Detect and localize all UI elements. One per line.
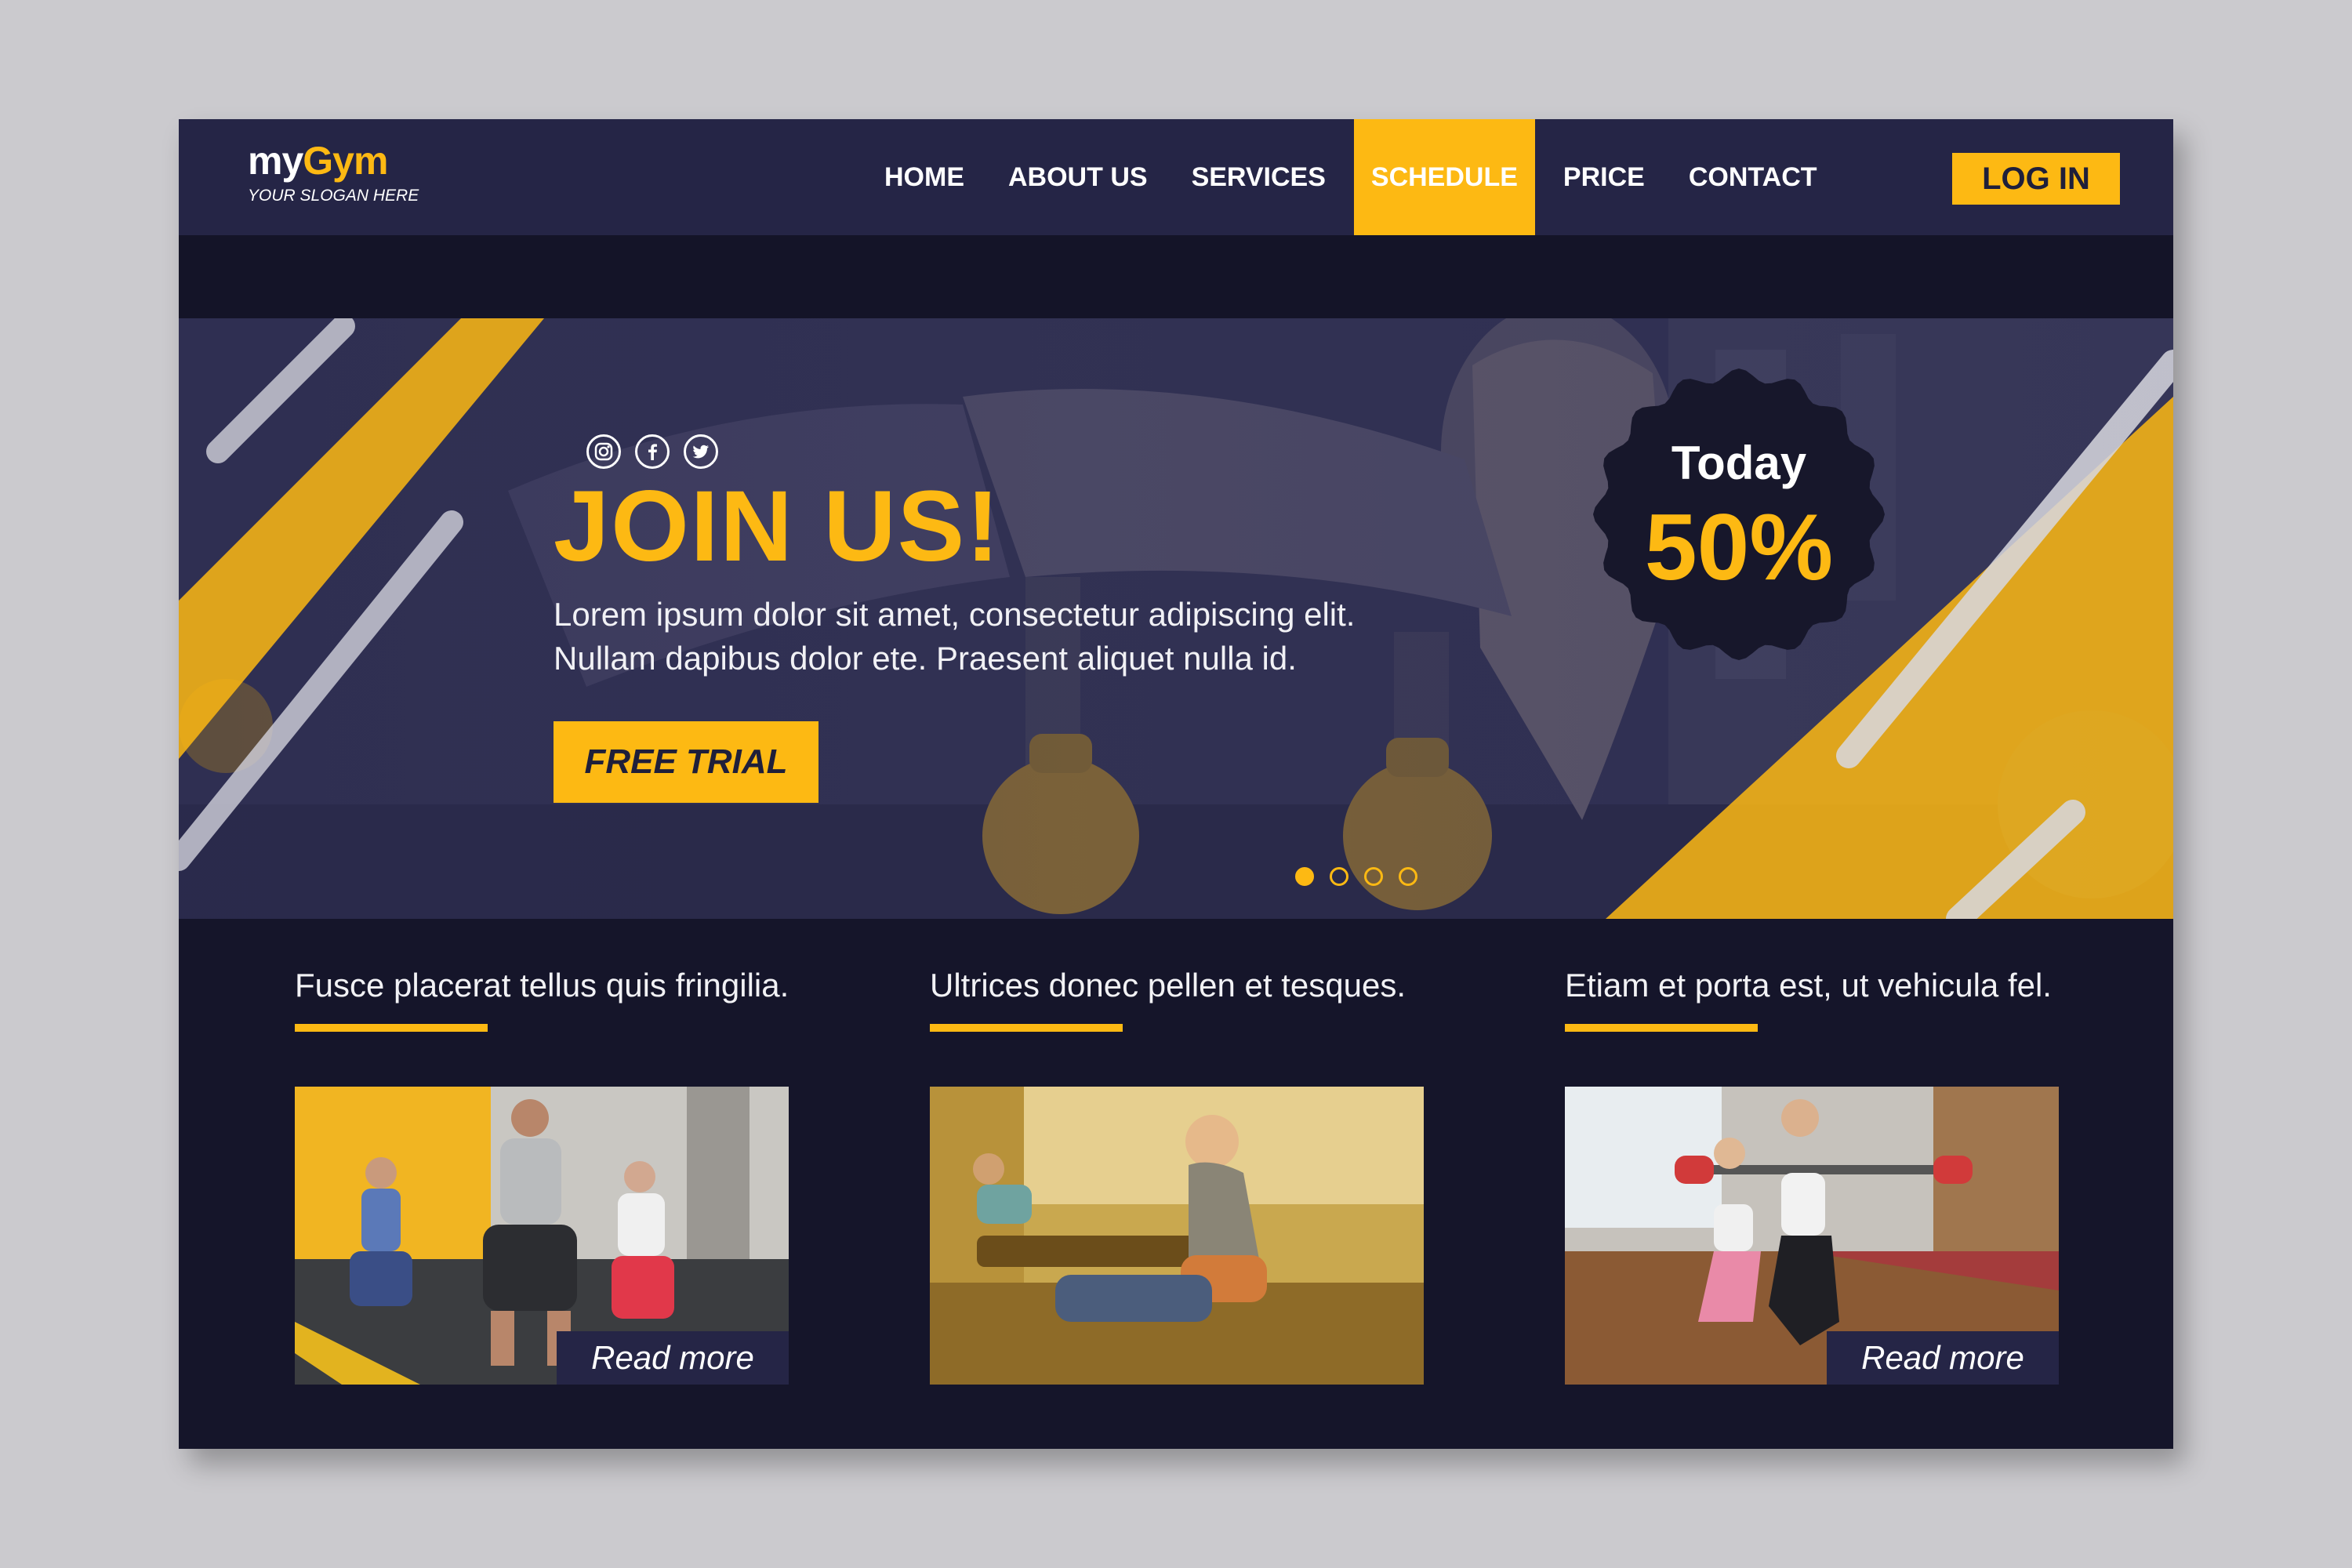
feature-column-1: Fusce placerat tellus quis fringilia.: [295, 964, 797, 1032]
carousel-dot-1[interactable]: [1295, 867, 1314, 886]
login-button[interactable]: LOG IN: [1952, 153, 2120, 205]
badge-label: Today: [1671, 437, 1807, 489]
main-menu: HOME ABOUT US SERVICES SCHEDULE PRICE CO…: [862, 119, 1839, 235]
nav-item-contact[interactable]: CONTACT: [1673, 119, 1833, 235]
top-navbar: myGym YOUR SLOGAN HERE HOME ABOUT US SER…: [179, 119, 2173, 235]
hero-banner: JOIN US! Lorem ipsum dolor sit amet, con…: [179, 318, 2173, 919]
hero-title: JOIN US!: [554, 470, 1001, 583]
read-more-button-1[interactable]: Read more: [557, 1331, 789, 1385]
card-photo-floor-exercise: [930, 1087, 1424, 1385]
facebook-icon[interactable]: [635, 434, 670, 469]
feature-underline-1: [295, 1024, 488, 1032]
nav-item-schedule[interactable]: SCHEDULE: [1353, 119, 1535, 235]
hero-description-line-2: Nullam dapibus dolor ete. Praesent aliqu…: [554, 640, 1297, 677]
carousel-dot-3[interactable]: [1364, 867, 1383, 886]
carousel-dot-2[interactable]: [1330, 867, 1348, 886]
free-trial-button[interactable]: FREE TRIAL: [554, 721, 818, 803]
instagram-icon[interactable]: [586, 434, 621, 469]
nav-item-home[interactable]: HOME: [869, 119, 980, 235]
badge-value: 50%: [1644, 495, 1834, 600]
feature-card-1[interactable]: Read more: [295, 1087, 789, 1385]
landing-page: myGym YOUR SLOGAN HERE HOME ABOUT US SER…: [179, 119, 2173, 1449]
nav-item-services[interactable]: SERVICES: [1176, 119, 1341, 235]
feature-title-1: Fusce placerat tellus quis fringilia.: [295, 967, 789, 1004]
read-more-button-3[interactable]: Read more: [1827, 1331, 2059, 1385]
feature-underline-3: [1565, 1024, 1758, 1032]
carousel-dots: [1295, 867, 1417, 886]
carousel-dot-4[interactable]: [1399, 867, 1417, 886]
feature-card-2[interactable]: [930, 1087, 1424, 1385]
brand-name-my: my: [248, 139, 303, 183]
hero-description: Lorem ipsum dolor sit amet, consectetur …: [554, 593, 1432, 681]
brand-name-gym: Gym: [303, 139, 388, 183]
header-divider-strip: [179, 235, 2173, 318]
feature-title-2: Ultrices donec pellen et tesques.: [930, 967, 1406, 1004]
social-links: [586, 434, 718, 469]
feature-column-3: Etiam et porta est, ut vehicula fel.: [1565, 964, 2067, 1032]
hero-description-line-1: Lorem ipsum dolor sit amet, consectetur …: [554, 596, 1356, 633]
nav-item-about-us[interactable]: ABOUT US: [993, 119, 1163, 235]
brand-logo[interactable]: myGym YOUR SLOGAN HERE: [248, 138, 419, 205]
twitter-icon[interactable]: [684, 434, 718, 469]
brand-name: myGym: [248, 138, 419, 183]
feature-card-3[interactable]: Read more: [1565, 1087, 2059, 1385]
feature-column-2: Ultrices donec pellen et tesques.: [930, 964, 1432, 1032]
feature-title-3: Etiam et porta est, ut vehicula fel.: [1565, 967, 2052, 1004]
brand-slogan: YOUR SLOGAN HERE: [248, 187, 419, 205]
feature-underline-2: [930, 1024, 1123, 1032]
nav-item-price[interactable]: PRICE: [1548, 119, 1661, 235]
